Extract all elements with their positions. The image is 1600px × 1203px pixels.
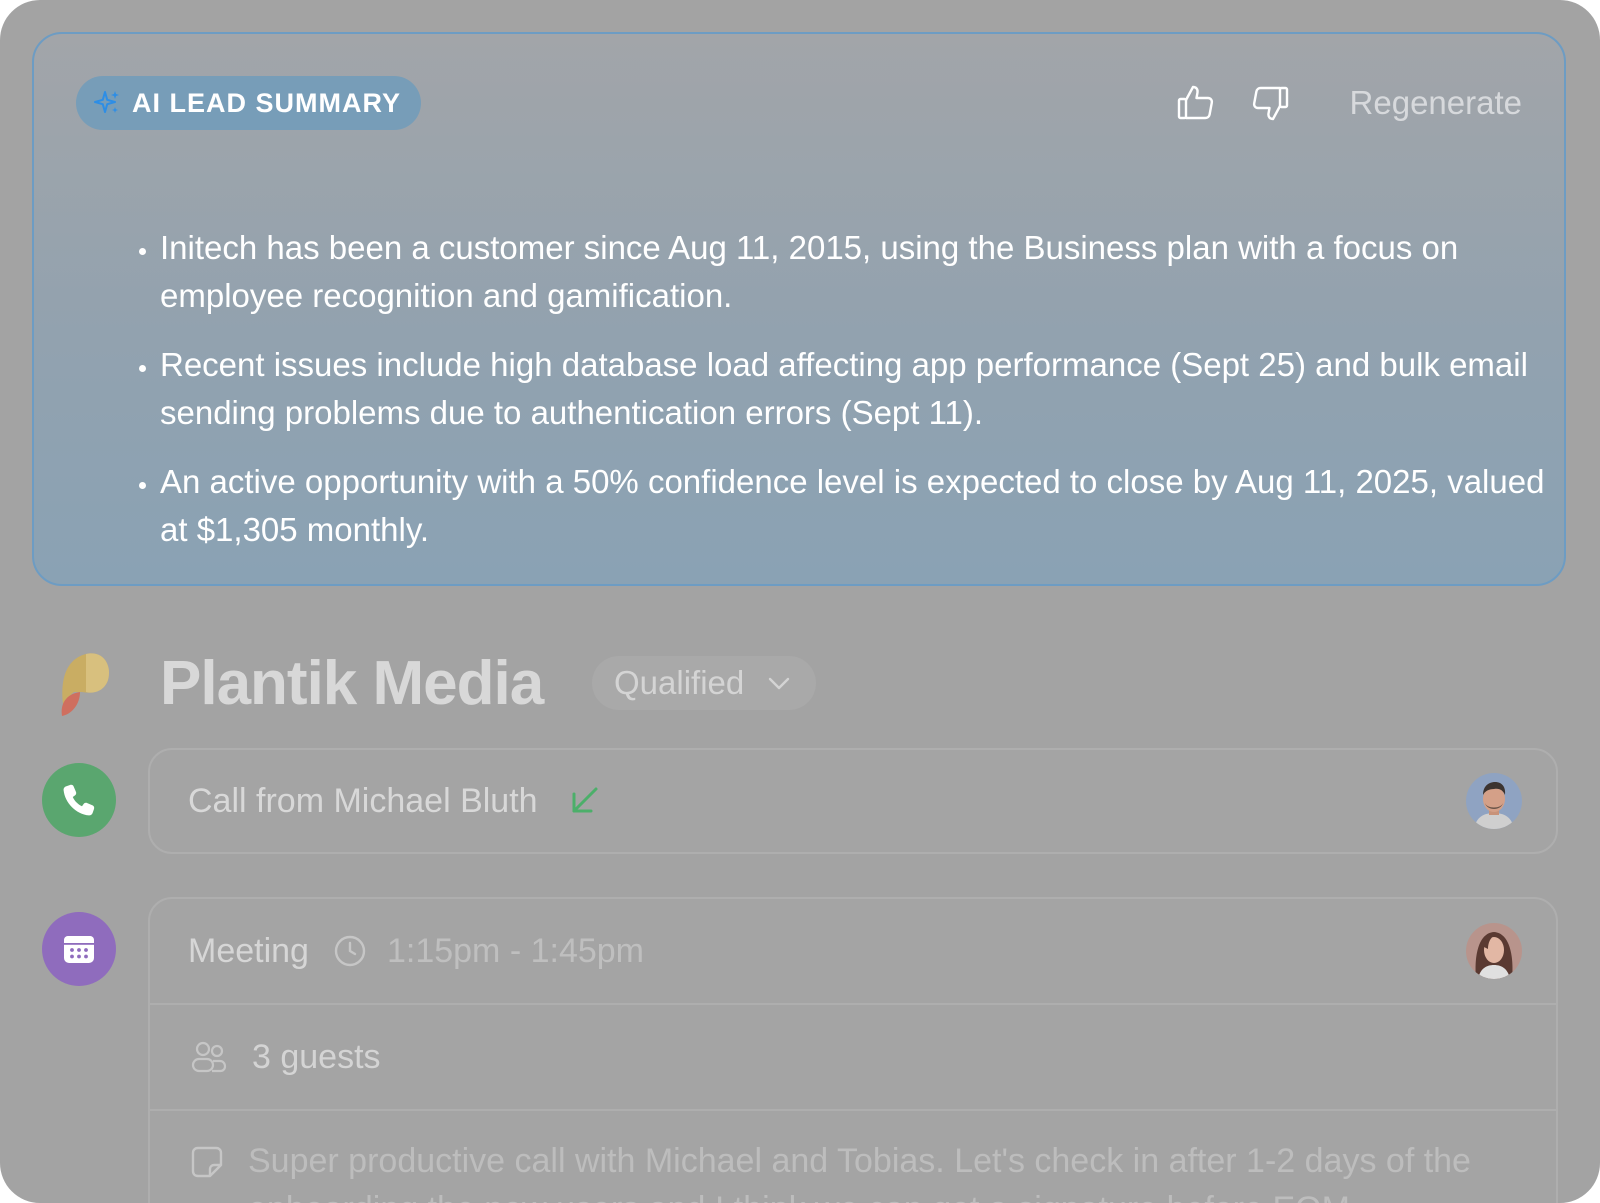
meeting-activity-card[interactable]: Meeting 1:15pm - 1:45pm 3 guests Super p… [148, 897, 1558, 1203]
meeting-label: Meeting [188, 931, 309, 970]
summary-bullet: Recent issues include high database load… [160, 341, 1580, 437]
avatar [1466, 923, 1522, 979]
summary-actions: Regenerate [1174, 78, 1522, 128]
clock-icon [334, 935, 366, 967]
phone-icon [63, 784, 95, 816]
thumbs-up-icon [1177, 85, 1213, 120]
company-logo-icon [61, 653, 110, 716]
meeting-note-row: Super productive call with Michael and T… [150, 1113, 1556, 1203]
lead-status-dropdown[interactable]: Qualified [592, 656, 817, 710]
thumbs-down-icon [1252, 86, 1288, 121]
meeting-guests-count: 3 guests [252, 1037, 381, 1076]
guests-icon [191, 1041, 227, 1073]
incoming-arrow-icon [572, 787, 598, 813]
regenerate-button[interactable]: Regenerate [1350, 84, 1522, 122]
note-icon [191, 1146, 223, 1178]
summary-bullet: An active opportunity with a 50% confide… [160, 458, 1580, 554]
thumbs-up-button[interactable] [1174, 81, 1218, 125]
call-row: Call from Michael Bluth [150, 750, 1556, 852]
meeting-time: 1:15pm - 1:45pm [386, 931, 644, 970]
summary-bullet: Initech has been a customer since Aug 11… [160, 224, 1580, 320]
lead-status-label: Qualified [614, 664, 745, 701]
summary-bullet-list: Initech has been a customer since Aug 11… [128, 224, 1580, 575]
thumbs-down-button[interactable] [1248, 81, 1292, 125]
ai-lead-summary-card: AI LEAD SUMMARY Regenerate Initech has b… [32, 32, 1566, 586]
call-activity-card[interactable]: Call from Michael Bluth [148, 748, 1558, 854]
chevron-down-icon [769, 677, 790, 690]
badge-label: AI LEAD SUMMARY [132, 87, 401, 118]
call-activity-icon-badge [42, 763, 116, 837]
meeting-guests-row[interactable]: 3 guests [150, 1005, 1556, 1111]
call-title: Call from Michael Bluth [188, 781, 538, 820]
avatar [1466, 773, 1522, 829]
lead-name: Plantik Media [160, 649, 544, 718]
meeting-header-row: Meeting 1:15pm - 1:45pm [150, 899, 1556, 1005]
male-avatar-icon [1466, 773, 1522, 829]
app-frame: AI LEAD SUMMARY Regenerate Initech has b… [0, 0, 1600, 1203]
calendar-icon [64, 936, 94, 963]
meeting-note: Super productive call with Michael and T… [248, 1142, 1471, 1203]
ai-lead-summary-badge: AI LEAD SUMMARY [76, 76, 421, 130]
sparkle-icon [94, 91, 119, 113]
meeting-activity-icon-badge [42, 912, 116, 986]
female-avatar-icon [1466, 923, 1522, 979]
